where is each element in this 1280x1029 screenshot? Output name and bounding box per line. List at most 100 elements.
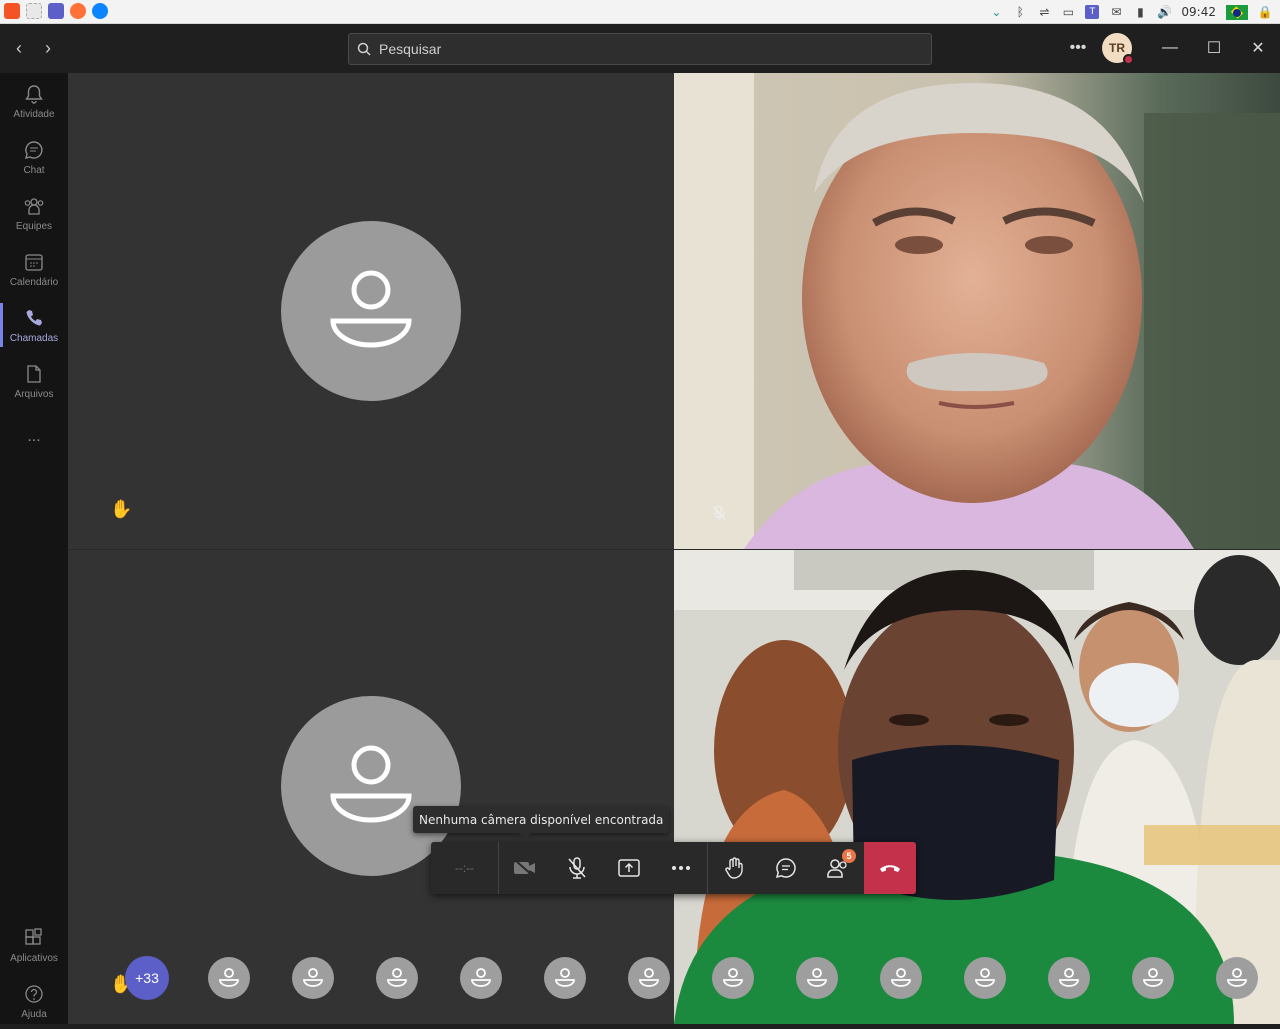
person-icon <box>330 270 412 348</box>
share-screen-button[interactable] <box>603 842 655 894</box>
roster-avatar[interactable] <box>796 957 838 999</box>
video-feed <box>674 550 1280 1024</box>
battery-icon[interactable]: ▮ <box>1133 5 1147 19</box>
call-timer-text: --:-- <box>454 861 475 875</box>
brazil-flag-icon[interactable] <box>1226 4 1248 20</box>
mic-toggle-button[interactable] <box>551 842 603 894</box>
rail-more-button[interactable]: ... <box>0 409 68 465</box>
raise-hand-button[interactable] <box>708 842 760 894</box>
camera-off-icon <box>514 859 535 877</box>
rail-item-atividade[interactable]: Atividade <box>0 73 68 129</box>
hang-up-icon <box>880 865 900 872</box>
lock-icon[interactable]: 🔒 <box>1258 5 1273 19</box>
presence-dot <box>1123 54 1134 65</box>
browser-icon[interactable] <box>92 3 108 19</box>
mic-off-icon <box>568 857 586 879</box>
roster-avatar[interactable] <box>880 957 922 999</box>
roster-avatar[interactable] <box>1048 957 1090 999</box>
call-timer: --:-- <box>431 842 499 894</box>
keyboard-icon[interactable]: ▭ <box>1061 5 1075 19</box>
participant-video[interactable] <box>674 550 1280 1024</box>
bluetooth-icon[interactable]: ᛒ <box>1013 5 1027 19</box>
person-icon <box>471 968 491 987</box>
rail-item-arquivos[interactable]: Arquivos <box>0 353 68 409</box>
person-icon <box>723 968 743 987</box>
title-bar: ‹ › ••• TR — ☐ ✕ <box>0 24 1280 73</box>
hang-up-button[interactable] <box>864 842 916 894</box>
rail-label: Atividade <box>13 108 55 120</box>
roster-avatar[interactable] <box>1132 957 1174 999</box>
share-icon <box>618 859 640 877</box>
mail-icon[interactable]: ✉ <box>1109 5 1123 19</box>
more-actions-button[interactable] <box>655 842 707 894</box>
roster-avatar[interactable] <box>544 957 586 999</box>
participant-video[interactable] <box>674 73 1280 549</box>
roster-avatar[interactable] <box>964 957 1006 999</box>
rail-item-aplicativos[interactable]: Aplicativos <box>0 917 68 973</box>
roster-avatar[interactable] <box>628 957 670 999</box>
teams-icon <box>24 197 44 215</box>
participant-tile[interactable]: ✋ <box>68 550 674 1024</box>
rail-item-equipes[interactable]: Equipes <box>0 185 68 241</box>
person-icon <box>891 968 911 987</box>
apps-icon <box>25 927 42 945</box>
more-options-icon[interactable]: ••• <box>1066 36 1090 60</box>
maximize-button[interactable]: ☐ <box>1202 36 1226 60</box>
search-icon <box>357 42 371 56</box>
search-box[interactable] <box>348 33 932 65</box>
teams-tray-icon[interactable]: T <box>1085 5 1100 19</box>
rail-item-chamadas[interactable]: Chamadas <box>0 297 68 353</box>
camera-toggle-button[interactable] <box>499 842 551 894</box>
rail-label: Equipes <box>15 220 53 232</box>
help-icon <box>25 984 43 1003</box>
network-icon[interactable]: ⇌ <box>1037 5 1051 19</box>
avatar-initials: TR <box>1109 41 1125 55</box>
person-icon <box>1227 968 1247 987</box>
avatar[interactable]: TR <box>1102 33 1134 65</box>
roster-avatar[interactable] <box>292 957 334 999</box>
app-rail: Atividade Chat Equipes Calendário Chamad… <box>0 73 68 1024</box>
search-input[interactable] <box>379 41 879 57</box>
rail-label: Chat <box>23 164 45 176</box>
raised-hand-icon: ✋ <box>110 499 133 519</box>
rail-item-calendario[interactable]: Calendário <box>0 241 68 297</box>
chat-icon <box>25 140 43 159</box>
person-icon <box>219 968 239 987</box>
chat-button[interactable] <box>760 842 812 894</box>
minimize-button[interactable]: — <box>1158 36 1182 60</box>
more-participants-button[interactable]: +33 <box>125 956 169 1000</box>
participant-tile[interactable]: ✋ <box>68 73 674 549</box>
rail-item-ajuda[interactable]: Ajuda <box>0 973 68 1029</box>
person-icon <box>1143 968 1163 987</box>
teams-app-icon[interactable] <box>48 3 64 19</box>
forward-button[interactable]: › <box>38 38 58 58</box>
rail-label: Aplicativos <box>10 952 58 964</box>
roster-avatar[interactable] <box>1216 957 1258 999</box>
close-button[interactable]: ✕ <box>1246 36 1270 60</box>
clock[interactable]: 09:42 <box>1181 5 1216 19</box>
person-icon <box>330 745 412 823</box>
rail-label: Ajuda <box>21 1008 47 1020</box>
participants-button[interactable]: 5 <box>812 842 864 894</box>
roster-avatar[interactable] <box>712 957 754 999</box>
taskbar-apps <box>4 3 108 19</box>
roster-avatar[interactable] <box>460 957 502 999</box>
person-icon <box>639 968 659 987</box>
phone-icon <box>26 309 42 325</box>
more-icon <box>672 866 690 870</box>
camera-tooltip: Nenhuma câmera disponível encontrada <box>413 806 670 839</box>
chat-icon <box>775 858 796 879</box>
back-button[interactable]: ‹ <box>9 38 29 58</box>
rail-item-chat[interactable]: Chat <box>0 129 68 185</box>
desktop-icon[interactable] <box>26 3 42 19</box>
rail-label: Arquivos <box>14 388 54 400</box>
roster-avatar[interactable] <box>208 957 250 999</box>
calendar-icon <box>25 253 43 271</box>
firefox-icon[interactable] <box>70 3 86 19</box>
person-icon <box>807 968 827 987</box>
rail-label: Chamadas <box>9 332 59 344</box>
chevron-down-icon[interactable]: ⌄ <box>989 5 1003 19</box>
volume-icon[interactable]: 🔊 <box>1157 5 1172 19</box>
start-icon[interactable] <box>4 3 20 19</box>
roster-avatar[interactable] <box>376 957 418 999</box>
